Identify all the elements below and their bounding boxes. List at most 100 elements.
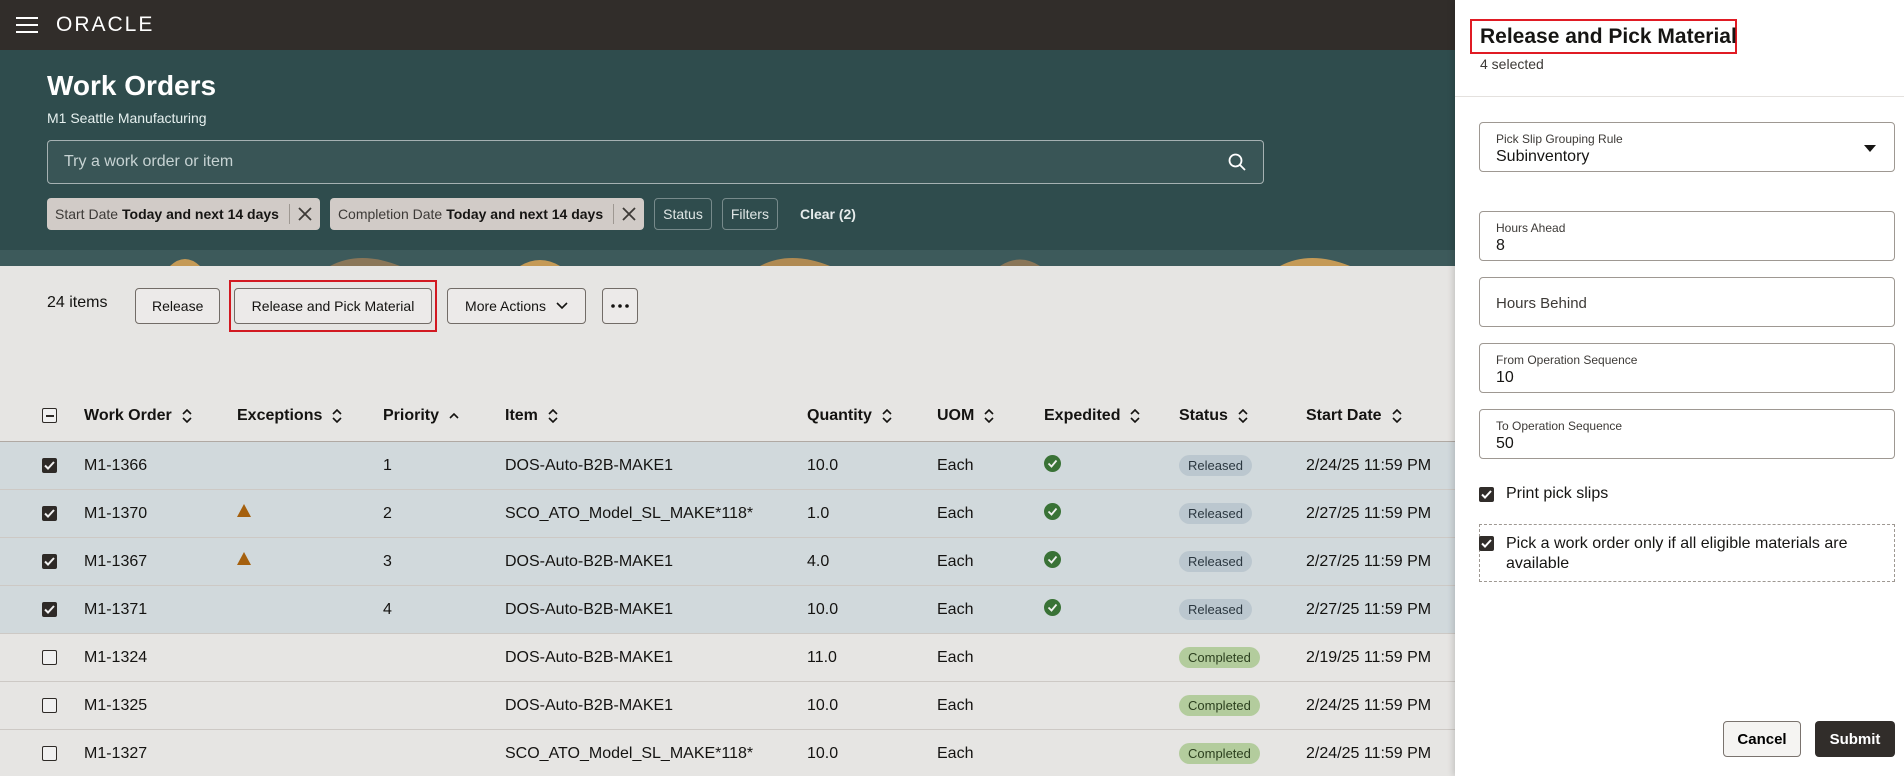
sort-icon[interactable] <box>1238 408 1248 423</box>
work-order-number: M1-1370 <box>84 504 148 522</box>
column-header-start-date[interactable]: Start Date <box>1306 390 1402 441</box>
hours-ahead-field[interactable]: Hours Ahead 8 <box>1479 211 1895 261</box>
start-date-value: 2/27/25 11:59 PM <box>1306 600 1432 618</box>
sort-icon[interactable] <box>984 408 994 423</box>
sort-ascending-icon[interactable] <box>449 412 459 419</box>
priority-value: 4 <box>383 600 392 618</box>
uom-cell: Each <box>937 586 973 633</box>
checkbox-checked <box>42 458 57 473</box>
item-cell: SCO_ATO_Model_SL_MAKE*118* <box>505 490 753 537</box>
chip-label: Completion Date <box>337 206 443 222</box>
field-label: Hours Ahead <box>1496 221 1566 235</box>
table-row[interactable]: M1-1327 SCO_ATO_Model_SL_MAKE*118* 10.0 Eac… <box>0 730 1455 776</box>
work-order-cell[interactable]: M1-1324 <box>84 634 147 681</box>
row-checkbox[interactable] <box>42 538 57 585</box>
status-filter-button[interactable]: Status <box>654 198 712 230</box>
table-row[interactable]: M1-1324 DOS-Auto-B2B-MAKE1 11.0 Each Complet… <box>0 634 1455 682</box>
work-order-cell[interactable]: M1-1370 <box>84 490 147 537</box>
row-checkbox[interactable] <box>42 442 57 489</box>
start-date-cell: 2/24/25 11:59 PM <box>1306 682 1431 729</box>
sort-icon[interactable] <box>882 408 892 423</box>
print-pick-slips-option[interactable]: Print pick slips <box>1479 485 1608 503</box>
start-date-value: 2/24/25 11:59 PM <box>1306 456 1432 474</box>
checkbox-label: Pick a work order only if all eligible m… <box>1506 535 1848 572</box>
table-row[interactable]: M1-1370 2 SCO_ATO_Model_SL_MAKE*118* 1.0 Eac… <box>0 490 1455 538</box>
uom-value: Each <box>937 648 974 666</box>
work-order-cell[interactable]: M1-1366 <box>84 442 147 489</box>
row-checkbox[interactable] <box>42 490 57 537</box>
release-button[interactable]: Release <box>135 288 221 324</box>
field-label: From Operation Sequence <box>1496 353 1638 367</box>
hours-behind-field[interactable]: Hours Behind <box>1479 277 1895 327</box>
sort-icon[interactable] <box>1392 408 1402 423</box>
work-order-cell[interactable]: M1-1325 <box>84 682 147 729</box>
priority-value: 1 <box>383 456 392 474</box>
dropdown-arrow-icon[interactable] <box>1864 145 1876 152</box>
sort-icon[interactable] <box>182 408 192 423</box>
column-header-exceptions[interactable]: Exceptions <box>237 390 342 441</box>
print-pick-slips-checkbox[interactable] <box>1479 487 1494 502</box>
filters-button[interactable]: Filters <box>721 198 778 230</box>
table-row[interactable]: M1-1325 DOS-Auto-B2B-MAKE1 10.0 Each Complet… <box>0 682 1455 730</box>
table-row[interactable]: M1-1367 3 DOS-Auto-B2B-MAKE1 4.0 Each Release… <box>0 538 1455 586</box>
to-operation-sequence-field[interactable]: To Operation Sequence 50 <box>1479 409 1895 459</box>
start-date-cell: 2/27/25 11:59 PM <box>1306 538 1431 585</box>
column-header-item[interactable]: Item <box>505 390 558 441</box>
exceptions-cell <box>237 490 251 537</box>
search-bar[interactable] <box>47 140 1264 184</box>
work-order-cell[interactable]: M1-1327 <box>84 730 147 776</box>
menu-icon[interactable] <box>16 17 38 33</box>
pick-if-available-checkbox[interactable] <box>1479 536 1494 551</box>
column-header-work-order[interactable]: Work Order <box>84 390 192 441</box>
start-date-chip[interactable]: Start Date Today and next 14 days <box>47 198 320 230</box>
row-checkbox[interactable] <box>42 634 57 681</box>
select-all-checkbox[interactable] <box>42 390 57 441</box>
status-badge: Released <box>1179 455 1252 476</box>
checkbox-unchecked <box>42 746 57 761</box>
column-header-priority[interactable]: Priority <box>383 390 459 441</box>
column-header-label: Priority <box>383 406 440 424</box>
column-header-quantity[interactable]: Quantity <box>807 390 892 441</box>
divider <box>1455 96 1904 97</box>
work-order-cell[interactable]: M1-1367 <box>84 538 147 585</box>
quantity-cell: 10.0 <box>807 730 838 776</box>
table-row[interactable]: M1-1371 4 DOS-Auto-B2B-MAKE1 10.0 Each Releas… <box>0 586 1455 634</box>
search-input[interactable] <box>64 153 1227 171</box>
column-header-label: Exceptions <box>237 406 323 424</box>
submit-button[interactable]: Submit <box>1815 721 1895 757</box>
quantity-value: 1.0 <box>807 504 830 522</box>
priority-value: 2 <box>383 504 392 522</box>
cancel-button[interactable]: Cancel <box>1723 721 1801 757</box>
item-name: DOS-Auto-B2B-MAKE1 <box>505 552 674 570</box>
from-operation-sequence-field[interactable]: From Operation Sequence 10 <box>1479 343 1895 393</box>
sort-icon[interactable] <box>332 408 342 423</box>
start-date-value: 2/24/25 11:59 PM <box>1306 744 1432 762</box>
pick-slip-grouping-select[interactable]: Pick Slip Grouping Rule Subinventory <box>1479 122 1895 172</box>
item-cell: DOS-Auto-B2B-MAKE1 <box>505 442 673 489</box>
row-checkbox[interactable] <box>42 682 57 729</box>
search-icon[interactable] <box>1227 152 1247 172</box>
item-name: DOS-Auto-B2B-MAKE1 <box>505 648 674 666</box>
sort-icon[interactable] <box>548 408 558 423</box>
clear-filters-link[interactable]: Clear (2) <box>800 206 856 222</box>
sort-icon[interactable] <box>1130 408 1141 423</box>
table-row[interactable]: M1-1366 1 DOS-Auto-B2B-MAKE1 10.0 Each Releas… <box>0 442 1455 490</box>
pick-if-available-option[interactable]: Pick a work order only if all eligible m… <box>1479 534 1869 574</box>
page-header: Work Orders M1 Seattle Manufacturing Sta… <box>0 50 1455 266</box>
close-icon[interactable] <box>613 204 636 224</box>
overflow-menu-button[interactable] <box>602 288 638 324</box>
completion-date-chip[interactable]: Completion Date Today and next 14 days <box>329 198 645 230</box>
item-name: DOS-Auto-B2B-MAKE1 <box>505 600 674 618</box>
checkbox-checked <box>42 554 57 569</box>
work-order-cell[interactable]: M1-1371 <box>84 586 147 633</box>
priority-value: 3 <box>383 552 392 570</box>
more-actions-button[interactable]: More Actions <box>447 288 586 324</box>
column-header-status[interactable]: Status <box>1179 390 1248 441</box>
release-pick-material-button[interactable]: Release and Pick Material <box>234 288 432 324</box>
item-cell: DOS-Auto-B2B-MAKE1 <box>505 634 673 681</box>
row-checkbox[interactable] <box>42 730 57 776</box>
column-header-uom[interactable]: UOM <box>937 390 994 441</box>
close-icon[interactable] <box>288 204 312 224</box>
column-header-expedited[interactable]: Expedited <box>1044 390 1141 441</box>
row-checkbox[interactable] <box>42 586 57 633</box>
